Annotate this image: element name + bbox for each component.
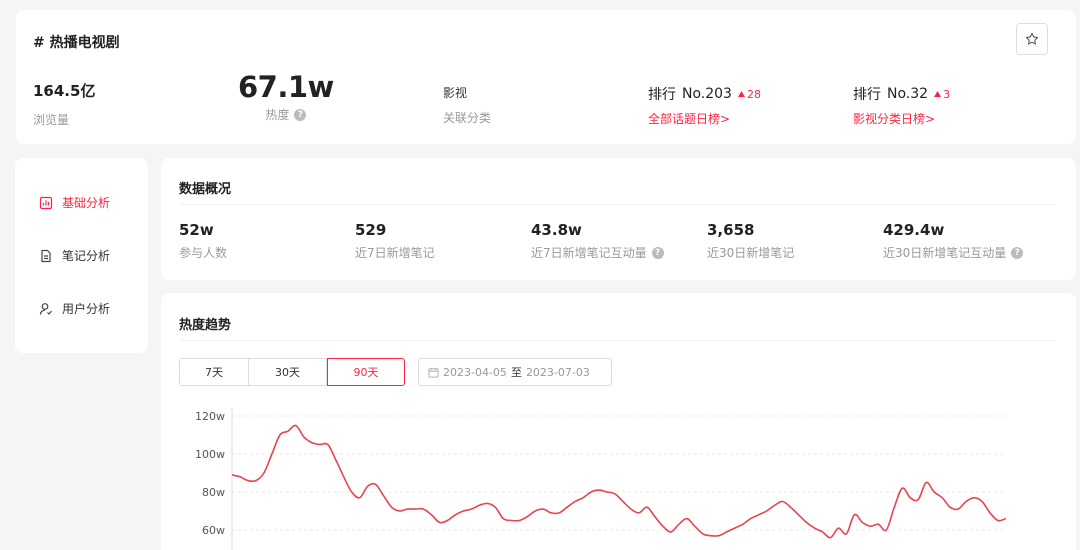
metric-label: 参与人数	[179, 246, 228, 260]
overview-title: 数据概况	[179, 182, 232, 197]
heat-series-line	[231, 424, 1007, 539]
divider	[179, 204, 1056, 205]
topic-header-card: # 热播电视剧 164.5亿 浏览量 67.1w 热度 ? 影视 关联分类 排行…	[16, 10, 1076, 144]
category-label: 关联分类	[443, 111, 492, 125]
y-tick-label: 60w	[202, 524, 225, 537]
help-icon[interactable]: ?	[651, 246, 664, 259]
metric-value: 3,658	[707, 221, 755, 239]
document-icon	[41, 249, 51, 262]
metric-participants: 52w 参与人数	[179, 221, 227, 261]
all-topics-daily-link[interactable]: 全部话题日榜>	[648, 110, 761, 127]
data-overview-card: 数据概况 52w 参与人数 529 近7日新增笔记 43.8w 近7日新增笔记互…	[161, 158, 1076, 280]
heat-trend-chart: 120w 100w 80w 60w	[195, 408, 1007, 550]
heat-label: 热度	[265, 108, 290, 122]
rank-all-topics: 排行 No.203 28 全部话题日榜>	[648, 84, 761, 127]
rank-delta: 3	[934, 88, 950, 101]
rank-delta-value: 28	[746, 87, 761, 101]
sidebar-item-user-analysis[interactable]: 用户分析	[39, 300, 110, 317]
metric-label: 近7日新增笔记互动量	[531, 246, 647, 260]
sidebar-item-label: 用户分析	[62, 302, 111, 316]
rank-prefix: 排行	[853, 87, 881, 103]
help-icon[interactable]: ?	[294, 108, 307, 121]
views-value: 164.5亿	[33, 82, 96, 100]
sidebar-item-label: 基础分析	[62, 196, 111, 210]
metric-value: 529	[355, 221, 387, 239]
sidebar-item-note-analysis[interactable]: 笔记分析	[39, 247, 110, 264]
sidebar-item-basic-analysis[interactable]: 基础分析	[39, 194, 110, 211]
rank-value: No.203	[682, 86, 732, 102]
help-icon[interactable]: ?	[1011, 246, 1024, 259]
views-stat: 164.5亿 浏览量	[33, 80, 95, 128]
metric-value: 429.4w	[883, 221, 945, 239]
topic-title: # 热播电视剧	[33, 35, 120, 51]
rank-value: No.32	[887, 86, 929, 102]
heat-trend-card: 热度趋势 7天 30天 90天 2023-04-05 至 2023-07-03 …	[161, 293, 1076, 550]
metric-label: 近7日新增笔记	[355, 246, 435, 260]
metric-7d-notes: 529 近7日新增笔记	[355, 221, 435, 261]
triangle-up-icon	[934, 91, 942, 97]
views-label: 浏览量	[33, 113, 70, 127]
metric-30d-notes: 3,658 近30日新增笔记	[707, 221, 794, 261]
triangle-up-icon	[737, 91, 745, 97]
star-icon	[1025, 32, 1039, 45]
metric-label: 近30日新增笔记	[707, 246, 795, 260]
metric-value: 43.8w	[531, 221, 582, 239]
heat-value: 67.1w	[238, 70, 334, 104]
analysis-sidebar: 基础分析 笔记分析 用户分析	[15, 158, 148, 353]
heat-stat: 67.1w 热度 ?	[238, 70, 334, 123]
rank-category: 排行 No.32 3 影视分类日榜>	[853, 84, 950, 127]
sidebar-item-label: 笔记分析	[62, 249, 111, 263]
metric-value: 52w	[179, 221, 214, 239]
metric-label: 近30日新增笔记互动量	[883, 246, 1007, 260]
rank-delta-value: 3	[943, 87, 951, 101]
y-tick-label: 80w	[202, 486, 225, 499]
category-daily-link[interactable]: 影视分类日榜>	[853, 110, 950, 127]
rank-delta: 28	[737, 87, 761, 101]
category-stat: 影视 关联分类	[443, 84, 491, 126]
rank-prefix: 排行	[648, 87, 676, 103]
category-value: 影视	[443, 86, 468, 100]
metric-30d-interactions: 429.4w 近30日新增笔记互动量?	[883, 221, 1024, 261]
y-tick-label: 100w	[195, 448, 225, 461]
favorite-button[interactable]	[1016, 23, 1048, 55]
user-icon	[39, 302, 52, 315]
y-tick-label: 120w	[195, 410, 225, 423]
bar-chart-icon	[39, 196, 53, 209]
metric-7d-interactions: 43.8w 近7日新增笔记互动量?	[531, 221, 664, 261]
